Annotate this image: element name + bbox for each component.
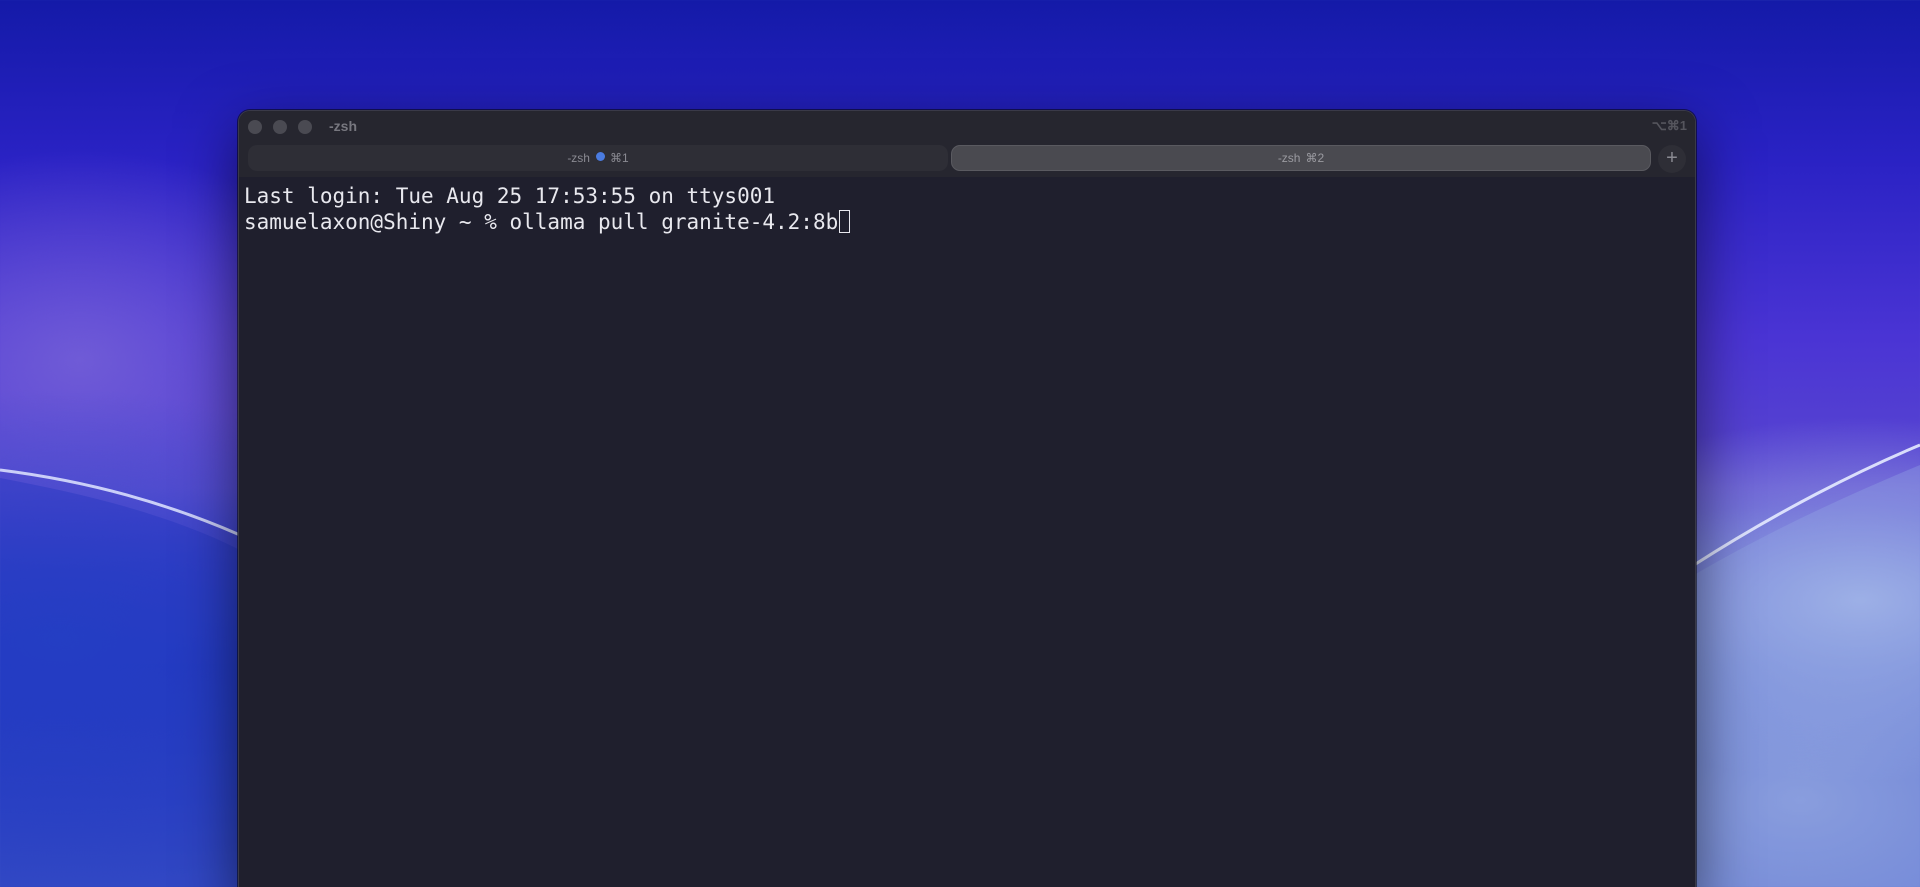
activity-indicator-icon [595, 151, 605, 161]
title-bar: -zsh ⌥⌘1 [239, 111, 1695, 141]
new-tab-button[interactable]: + [1658, 145, 1686, 173]
tab-zsh-1[interactable]: -zsh ⌘1 [248, 145, 948, 171]
plus-icon: + [1666, 147, 1678, 169]
tab-shortcut: ⌘1 [609, 151, 629, 165]
tab-zsh-2[interactable]: -zsh ⌘2 [951, 145, 1651, 171]
tab-bar: -zsh ⌘1 -zsh ⌘2 + [239, 141, 1695, 177]
terminal-line: Last login: Tue Aug 25 17:53:55 on ttys0… [244, 184, 776, 208]
tab-label: -zsh [567, 151, 590, 165]
terminal-window: -zsh ⌥⌘1 -zsh ⌘1 -zsh ⌘2 + Last login: T… [238, 110, 1696, 887]
maximize-window-button[interactable] [298, 120, 312, 134]
terminal-output[interactable]: Last login: Tue Aug 25 17:53:55 on ttys0… [244, 183, 1695, 887]
tab-shortcut: ⌘2 [1305, 151, 1325, 165]
window-shortcut: ⌥⌘1 [1651, 118, 1687, 133]
tab-label: -zsh [1277, 151, 1301, 165]
window-title: -zsh [329, 118, 357, 134]
terminal-command: samuelaxon@Shiny ~ % ollama pull granite… [244, 210, 839, 234]
close-window-button[interactable] [248, 120, 262, 134]
text-cursor [839, 210, 851, 233]
minimize-window-button[interactable] [273, 120, 287, 134]
terminal-prompt-line: samuelaxon@Shiny ~ % ollama pull granite… [244, 209, 1695, 235]
